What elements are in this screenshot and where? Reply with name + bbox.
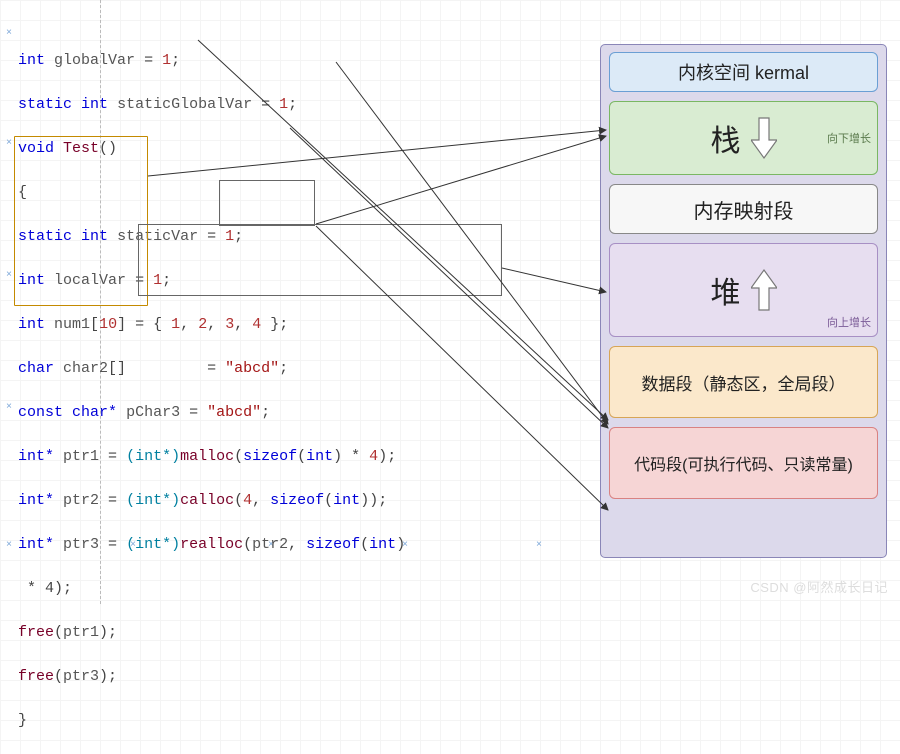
- mem-kernel: 内核空间 kermal: [609, 52, 878, 92]
- mem-stack: 栈 向下增长: [609, 101, 878, 175]
- memory-layout-panel: 内核空间 kermal 栈 向下增长 内存映射段 堆 向上增长 数据段（静态区，…: [600, 44, 887, 558]
- arrow-up-icon: [751, 268, 777, 312]
- arrow-down-icon: [751, 116, 777, 160]
- code-block: int globalVar = 1; static int staticGlob…: [18, 28, 405, 754]
- mem-code: 代码段(可执行代码、只读常量): [609, 427, 878, 499]
- watermark: CSDN @阿然成长日记: [750, 577, 888, 596]
- mem-mmap: 内存映射段: [609, 184, 878, 234]
- mem-heap: 堆 向上增长: [609, 243, 878, 337]
- kw-int: int: [18, 52, 45, 69]
- mem-data: 数据段（静态区，全局段）: [609, 346, 878, 418]
